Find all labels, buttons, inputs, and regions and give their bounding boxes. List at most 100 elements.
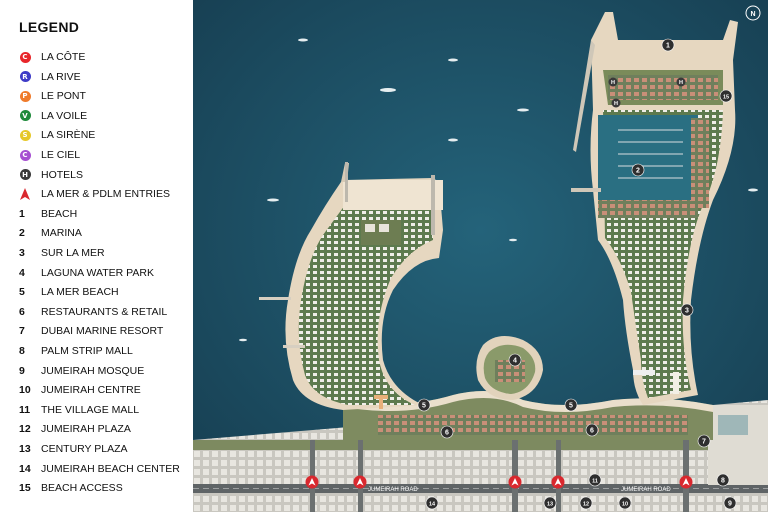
map-pin-15[interactable]: 15 (719, 89, 733, 103)
entry-marker[interactable] (305, 475, 319, 489)
legend-item: LA MER & PDLM ENTRIES (19, 186, 170, 202)
map-pin-12[interactable]: 12 (579, 496, 593, 510)
legend-item: 13 CENTURY PLAZA (19, 441, 128, 457)
legend-label: BEACH (41, 207, 78, 220)
entry-marker[interactable] (508, 475, 522, 489)
svg-text:10: 10 (622, 502, 628, 508)
legend-number: 10 (19, 384, 31, 397)
map-view[interactable]: JUMEIRAH ROAD JUMEIRAH ROAD N H H H 1 2 … (193, 0, 768, 512)
entry-marker[interactable] (679, 475, 693, 489)
legend-item: 8 PALM STRIP MALL (19, 343, 133, 359)
marina-basin (598, 115, 698, 210)
legend-number: 5 (19, 286, 25, 299)
map-pin-11[interactable]: 11 (588, 473, 602, 487)
svg-text:13: 13 (547, 502, 553, 508)
svg-text:4: 4 (513, 358, 517, 365)
legend-label: BEACH ACCESS (41, 482, 123, 495)
legend-marker-circle: C (19, 51, 31, 63)
legend-item: H HOTELS (19, 167, 83, 183)
svg-text:14: 14 (429, 502, 436, 508)
legend-number: 4 (19, 266, 25, 279)
legend-label: LE CIEL (41, 149, 81, 161)
legend-number: 12 (19, 423, 31, 436)
restaurants-retail-block (378, 415, 688, 435)
svg-text:3: 3 (685, 308, 689, 315)
legend-label: RESTAURANTS & RETAIL (41, 305, 168, 318)
legend-item: V LA VOILE (19, 108, 87, 124)
map-canvas[interactable]: JUMEIRAH ROAD JUMEIRAH ROAD N HHH 12345 … (193, 0, 768, 512)
legend-label: JUMEIRAH BEACH CENTER (41, 462, 180, 475)
map-pin-8[interactable]: 8 (716, 473, 730, 487)
legend-label: LA RIVE (41, 70, 81, 83)
legend-item: 12 JUMEIRAH PLAZA (19, 421, 131, 437)
svg-text:9: 9 (728, 501, 732, 508)
legend-number: 8 (19, 345, 25, 357)
map-pin-10[interactable]: 10 (618, 496, 632, 510)
road-label-left: JUMEIRAH ROAD (368, 487, 418, 493)
map-pin-5b[interactable]: 5 (564, 398, 578, 412)
legend-label: MARINA (41, 227, 82, 240)
svg-text:8: 8 (721, 478, 725, 485)
legend-item: 15 BEACH ACCESS (19, 480, 123, 496)
map-pin-5a[interactable]: 5 (417, 398, 431, 412)
legend-item: 2 MARINA (19, 225, 82, 241)
coastal-greenery (193, 440, 768, 450)
svg-text:6: 6 (590, 428, 594, 435)
legend-label: JUMEIRAH MOSQUE (41, 364, 145, 377)
entry-marker[interactable] (353, 475, 367, 489)
map-pin-9[interactable]: 9 (723, 496, 737, 510)
legend-marker-circle: V (19, 110, 31, 122)
legend-marker-circle: H (19, 169, 31, 181)
marina-east-buildings (691, 118, 709, 208)
entry-arrow-icon (19, 188, 31, 201)
map-pin-14[interactable]: 14 (425, 496, 439, 510)
legend-number: 9 (19, 364, 25, 377)
svg-text:2: 2 (636, 168, 640, 175)
hotel-pin[interactable]: H (611, 98, 621, 108)
legend-marker-circle: P (19, 90, 31, 102)
legend-label: DUBAI MARINE RESORT (41, 325, 164, 338)
legend-item: 1 BEACH (19, 206, 77, 222)
legend-item: S LA SIRÈNE (19, 127, 95, 143)
legend-label: JUMEIRAH CENTRE (41, 384, 141, 397)
legend-label: LE PONT (41, 90, 86, 103)
hotel-pin[interactable]: H (676, 77, 686, 87)
map-pin-1[interactable]: 1 (661, 38, 675, 52)
svg-text:N: N (750, 11, 755, 18)
legend-item: 5 LA MER BEACH (19, 284, 119, 300)
road-label-right: JUMEIRAH ROAD (621, 487, 671, 493)
svg-text:6: 6 (445, 430, 449, 437)
svg-text:12: 12 (583, 502, 589, 508)
legend-number: 1 (19, 207, 25, 220)
legend-item: 10 JUMEIRAH CENTRE (19, 382, 141, 398)
entry-marker[interactable] (551, 475, 565, 489)
hotel-pin[interactable]: H (608, 77, 618, 87)
legend-title: LEGEND (19, 19, 80, 35)
svg-text:5: 5 (422, 403, 426, 410)
legend-label: LA MER BEACH (41, 286, 119, 299)
legend-label: LAGUNA WATER PARK (41, 266, 154, 279)
map-pin-6b[interactable]: 6 (585, 423, 599, 437)
map-pin-2[interactable]: 2 (631, 163, 645, 177)
legend-number: 2 (19, 227, 25, 240)
svg-text:7: 7 (702, 439, 706, 446)
map-pin-4[interactable]: 4 (508, 353, 522, 367)
legend-item: C LE CIEL (19, 147, 80, 163)
legend-item: 6 RESTAURANTS & RETAIL (19, 304, 167, 320)
legend-label: LA SIRÈNE (41, 129, 96, 142)
map-pin-13[interactable]: 13 (543, 496, 557, 510)
legend-label: JUMEIRAH PLAZA (41, 423, 131, 436)
legend-label: HOTELS (41, 168, 84, 181)
legend-number: 15 (19, 482, 31, 495)
legend-item: 3 SUR LA MER (19, 245, 105, 261)
legend-item: 7 DUBAI MARINE RESORT (19, 323, 163, 339)
svg-text:5: 5 (569, 403, 573, 410)
map-pin-3[interactable]: 3 (680, 303, 694, 317)
map-pin-7[interactable]: 7 (697, 434, 711, 448)
legend-item: P LE PONT (19, 88, 86, 104)
legend-number: 6 (19, 305, 25, 318)
map-pin-6a[interactable]: 6 (440, 425, 454, 439)
legend-number: 13 (19, 443, 31, 455)
legend-marker-circle: S (19, 129, 31, 141)
west-jetty-1 (259, 297, 291, 300)
